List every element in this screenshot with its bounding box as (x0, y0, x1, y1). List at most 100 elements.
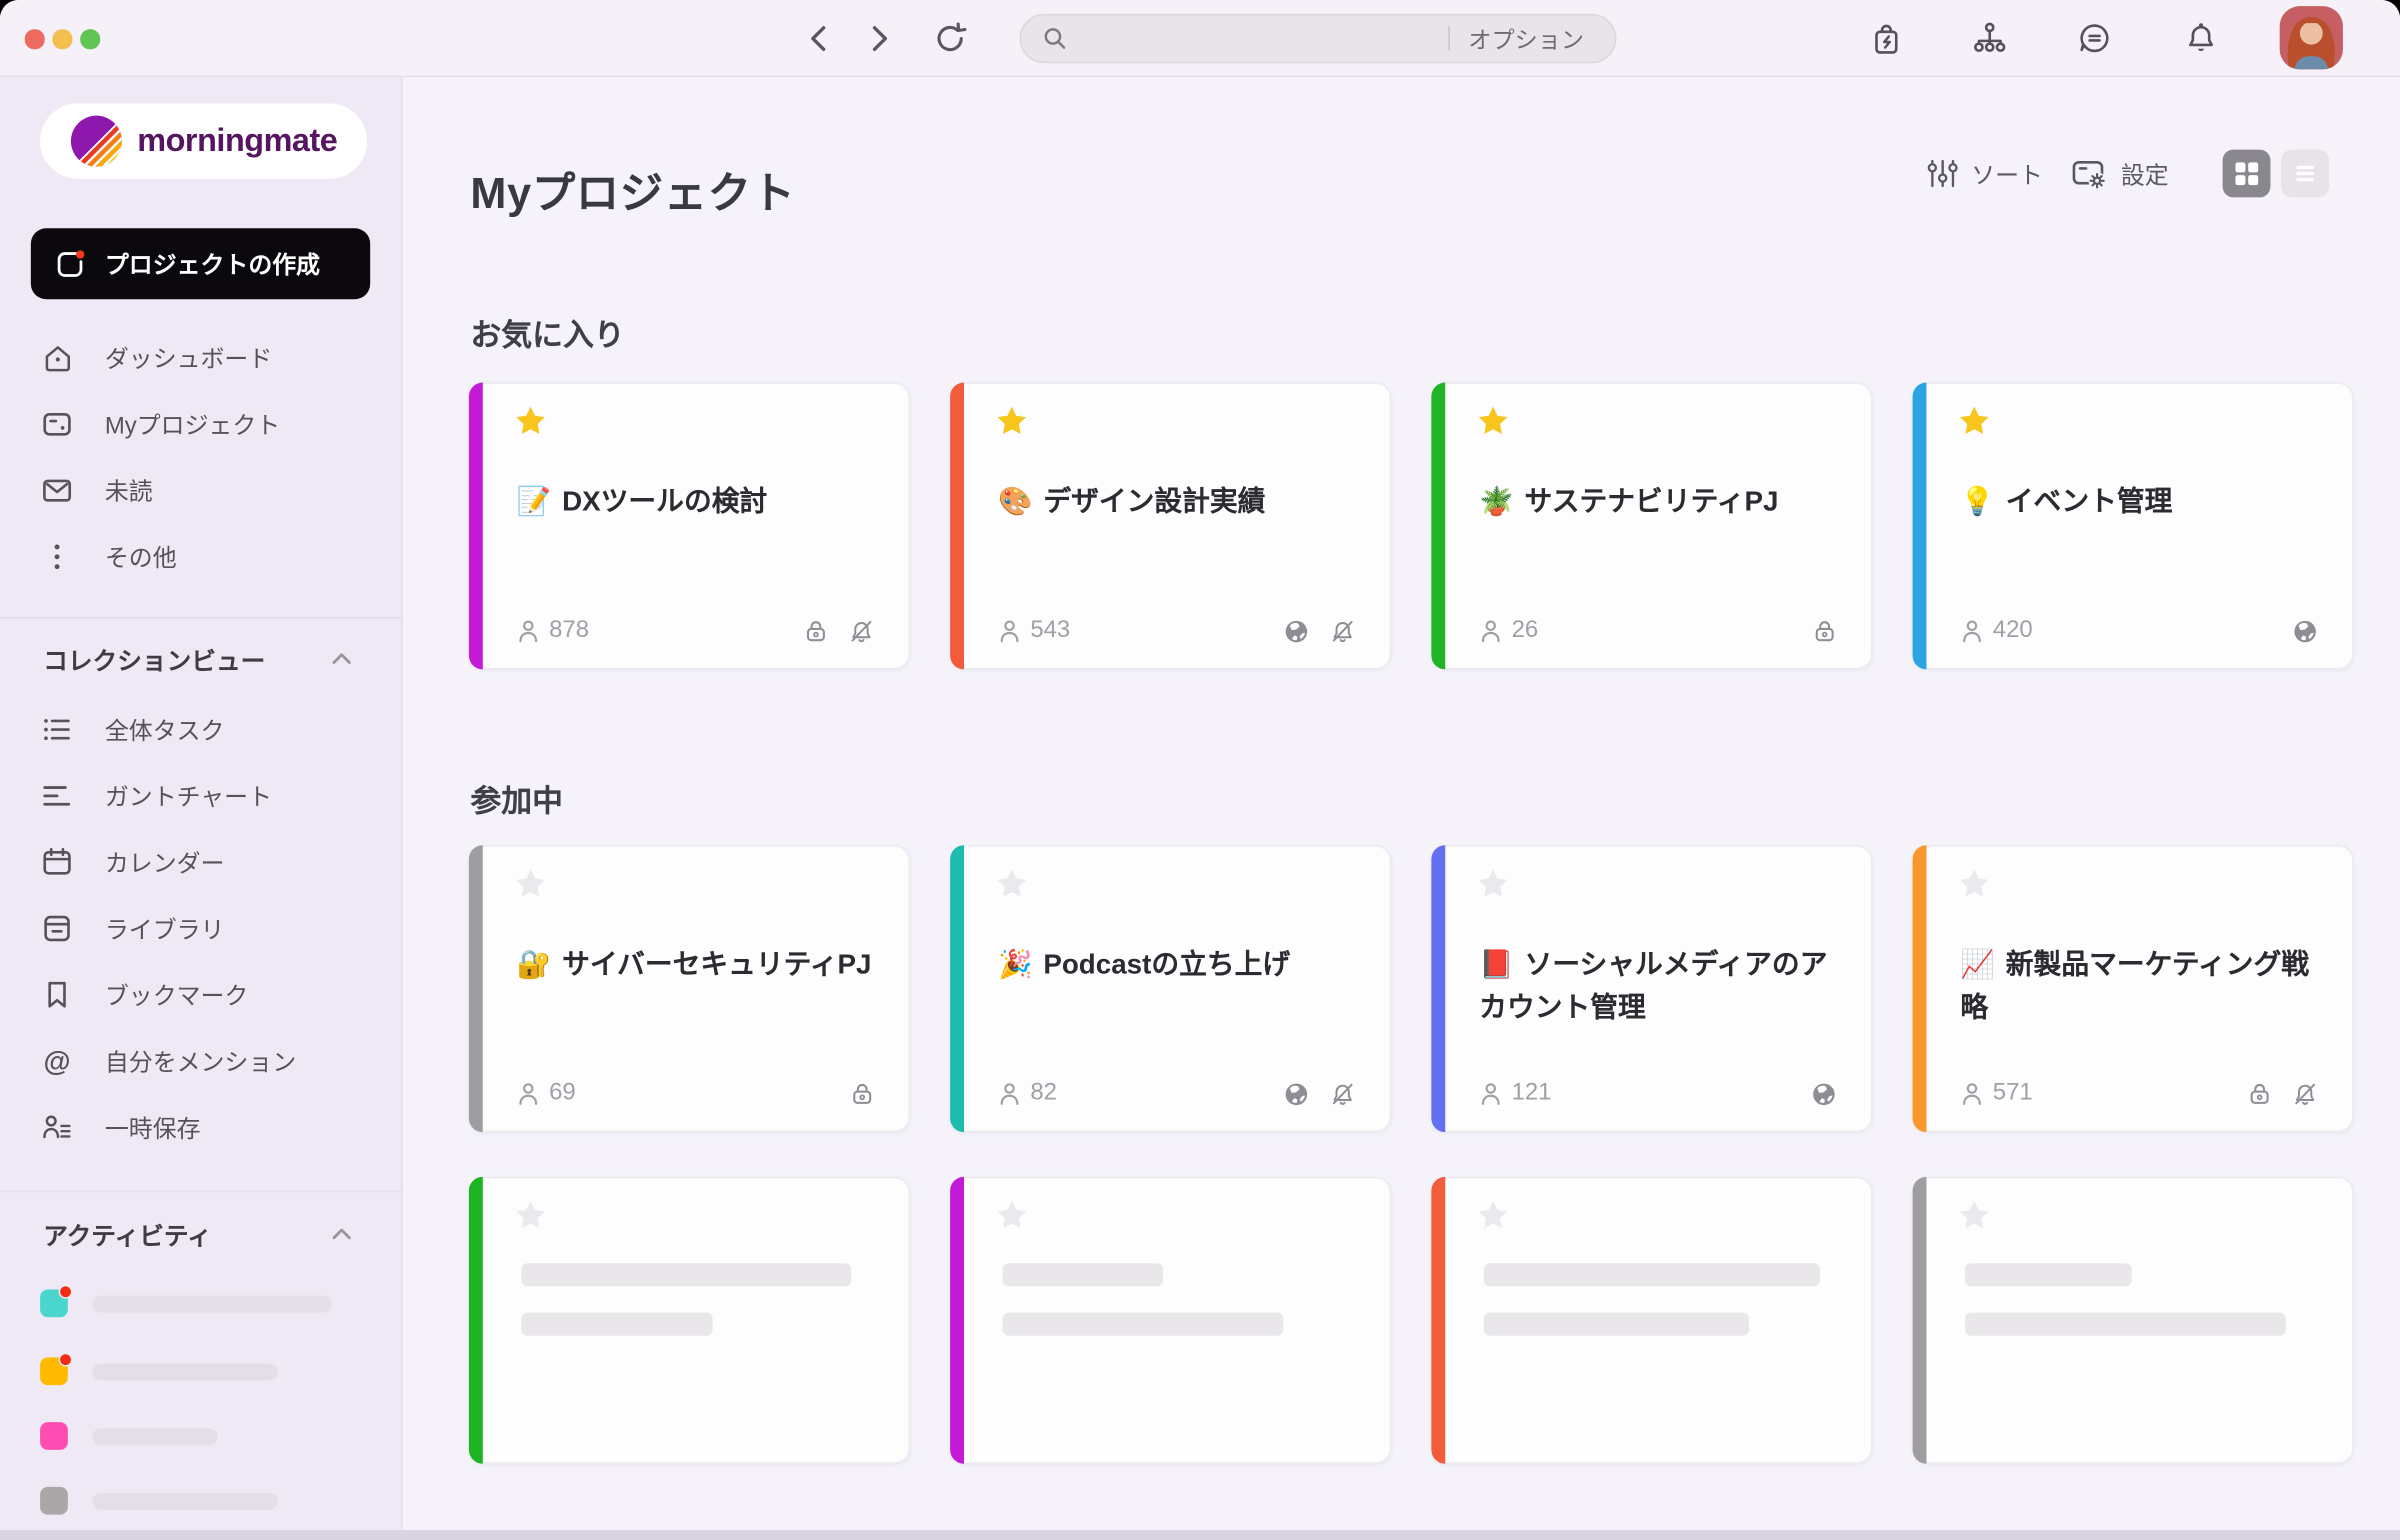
sidebar-item-unread[interactable]: 未読 (0, 460, 403, 522)
project-card[interactable]: 🎨デザイン設計実績 543 (950, 383, 1391, 670)
project-card-loading[interactable] (1431, 1177, 1872, 1464)
page-title: Myプロジェクト (470, 160, 795, 222)
reload-button[interactable] (933, 22, 967, 56)
project-meta: 543 (998, 617, 1356, 645)
address-search-bar[interactable]: オプション (1020, 14, 1617, 63)
activity-item[interactable] (40, 1422, 217, 1450)
project-card-loading[interactable] (1913, 1177, 2354, 1464)
project-title: 📝DXツールの検討 (517, 480, 875, 523)
globe-icon (1811, 1080, 1837, 1106)
project-color-stripe (950, 1177, 964, 1464)
collection-view-header[interactable]: コレクションビュー (0, 640, 403, 677)
project-card[interactable]: 💡イベント管理 420 (1913, 383, 2354, 670)
minimize-window-button[interactable] (52, 29, 71, 48)
skeleton-bar (1484, 1263, 1820, 1286)
user-avatar[interactable] (2280, 6, 2343, 69)
notifications-button[interactable] (2183, 20, 2220, 57)
sidebar-item-mentions[interactable]: @ 自分をメンション (0, 1030, 403, 1092)
sidebar-item-bookmark[interactable]: ブックマーク (0, 964, 403, 1026)
favorite-star-icon[interactable] (995, 1198, 1029, 1232)
project-card[interactable]: 🔐サイバーセキュリティPJ 69 (469, 845, 910, 1132)
close-window-button[interactable] (25, 29, 44, 48)
sidebar-item-calendar[interactable]: カレンダー (0, 831, 403, 893)
project-card-loading[interactable] (469, 1177, 910, 1464)
project-card[interactable]: 📝DXツールの検討 878 (469, 383, 910, 670)
app-logo[interactable]: morningmate (40, 103, 367, 179)
back-button[interactable] (808, 25, 827, 53)
project-card-loading[interactable] (950, 1177, 1391, 1464)
activity-skeleton-bar (93, 1363, 278, 1380)
project-meta: 121 (1479, 1080, 1837, 1108)
project-title: 🔐サイバーセキュリティPJ (517, 942, 875, 985)
sidebar-item-more[interactable]: その他 (0, 526, 403, 588)
project-color-stripe (469, 845, 483, 1132)
create-project-label: プロジェクトの作成 (105, 247, 320, 281)
sidebar-item-drafts[interactable]: 一時保存 (0, 1097, 403, 1159)
favorite-star-icon[interactable] (514, 404, 548, 438)
list-view-button[interactable] (2281, 150, 2329, 198)
main-content: Myプロジェクト ソート 設定 (403, 77, 2400, 1540)
activity-color-swatch (40, 1487, 68, 1515)
favorite-star-icon[interactable] (1476, 867, 1510, 901)
sidebar-item-gantt[interactable]: ガントチャート (0, 765, 403, 827)
avatar-photo (2280, 6, 2343, 69)
activity-item[interactable] (40, 1357, 278, 1385)
grid-view-button[interactable] (2223, 150, 2271, 198)
unread-badge (59, 1353, 73, 1367)
project-title: 🪴サステナビリティPJ (1479, 480, 1837, 523)
favorite-star-icon[interactable] (1957, 1198, 1991, 1232)
sidebar-item-all-tasks[interactable]: 全体タスク (0, 699, 403, 761)
activity-header[interactable]: アクティビティ (0, 1215, 403, 1252)
project-meta: 82 (998, 1080, 1356, 1108)
members-icon (998, 619, 1021, 644)
members-icon (517, 1081, 540, 1106)
bell-muted-icon (848, 618, 874, 644)
bell-muted-icon (1330, 1080, 1356, 1106)
library-icon (40, 912, 74, 946)
sidebar-item-label: ブックマーク (105, 978, 248, 1012)
activity-color-swatch (40, 1357, 68, 1385)
settings-button[interactable]: 設定 (2070, 150, 2169, 198)
favorite-star-icon[interactable] (1957, 404, 1991, 438)
home-icon (41, 342, 73, 374)
project-emoji: 💡 (1960, 486, 1995, 517)
favorite-star-icon[interactable] (995, 867, 1029, 901)
skeleton-bar (521, 1263, 851, 1286)
activity-item[interactable] (40, 1487, 278, 1515)
app-window: オプション (0, 0, 2400, 1540)
list-view-icon (2287, 156, 2322, 191)
favorite-star-icon[interactable] (1957, 867, 1991, 901)
search-input[interactable] (1080, 25, 1449, 51)
app-store-button[interactable] (1868, 20, 1905, 57)
zoom-window-button[interactable] (80, 29, 99, 48)
search-icon (1043, 26, 1068, 51)
mail-icon (40, 474, 74, 508)
globe-icon (1283, 1080, 1309, 1106)
task-list-icon (40, 713, 74, 747)
project-color-stripe (469, 1177, 483, 1464)
search-options-label[interactable]: オプション (1468, 22, 1596, 54)
sidebar-item-my-projects[interactable]: Myプロジェクト (0, 393, 403, 455)
lock-icon (1812, 619, 1837, 644)
activity-item[interactable] (40, 1289, 332, 1317)
project-card[interactable]: 🎉Podcastの立ち上げ 82 (950, 845, 1391, 1132)
create-project-button[interactable]: プロジェクトの作成 (31, 228, 370, 299)
favorite-star-icon[interactable] (514, 867, 548, 901)
project-color-stripe (469, 383, 483, 670)
project-card[interactable]: 📕ソーシャルメディアのアカウント管理 121 (1431, 845, 1872, 1132)
org-chart-button[interactable] (1971, 20, 2008, 57)
project-card[interactable]: 🪴サステナビリティPJ 26 (1431, 383, 1872, 670)
notifications-bell-icon (2183, 20, 2220, 57)
sidebar-item-dashboard[interactable]: ダッシュボード (0, 327, 403, 389)
favorite-star-icon[interactable] (1476, 404, 1510, 438)
project-meta: 26 (1479, 617, 1837, 645)
project-card[interactable]: 📈新製品マーケティング戦略 571 (1913, 845, 2354, 1132)
favorite-star-icon[interactable] (1476, 1198, 1510, 1232)
member-count: 543 (1030, 617, 1070, 645)
forward-button[interactable] (871, 25, 890, 53)
sort-button[interactable]: ソート (1926, 150, 2042, 198)
favorite-star-icon[interactable] (995, 404, 1029, 438)
sidebar-item-library[interactable]: ライブラリ (0, 898, 403, 960)
messages-button[interactable] (2076, 20, 2113, 57)
favorite-star-icon[interactable] (514, 1198, 548, 1232)
